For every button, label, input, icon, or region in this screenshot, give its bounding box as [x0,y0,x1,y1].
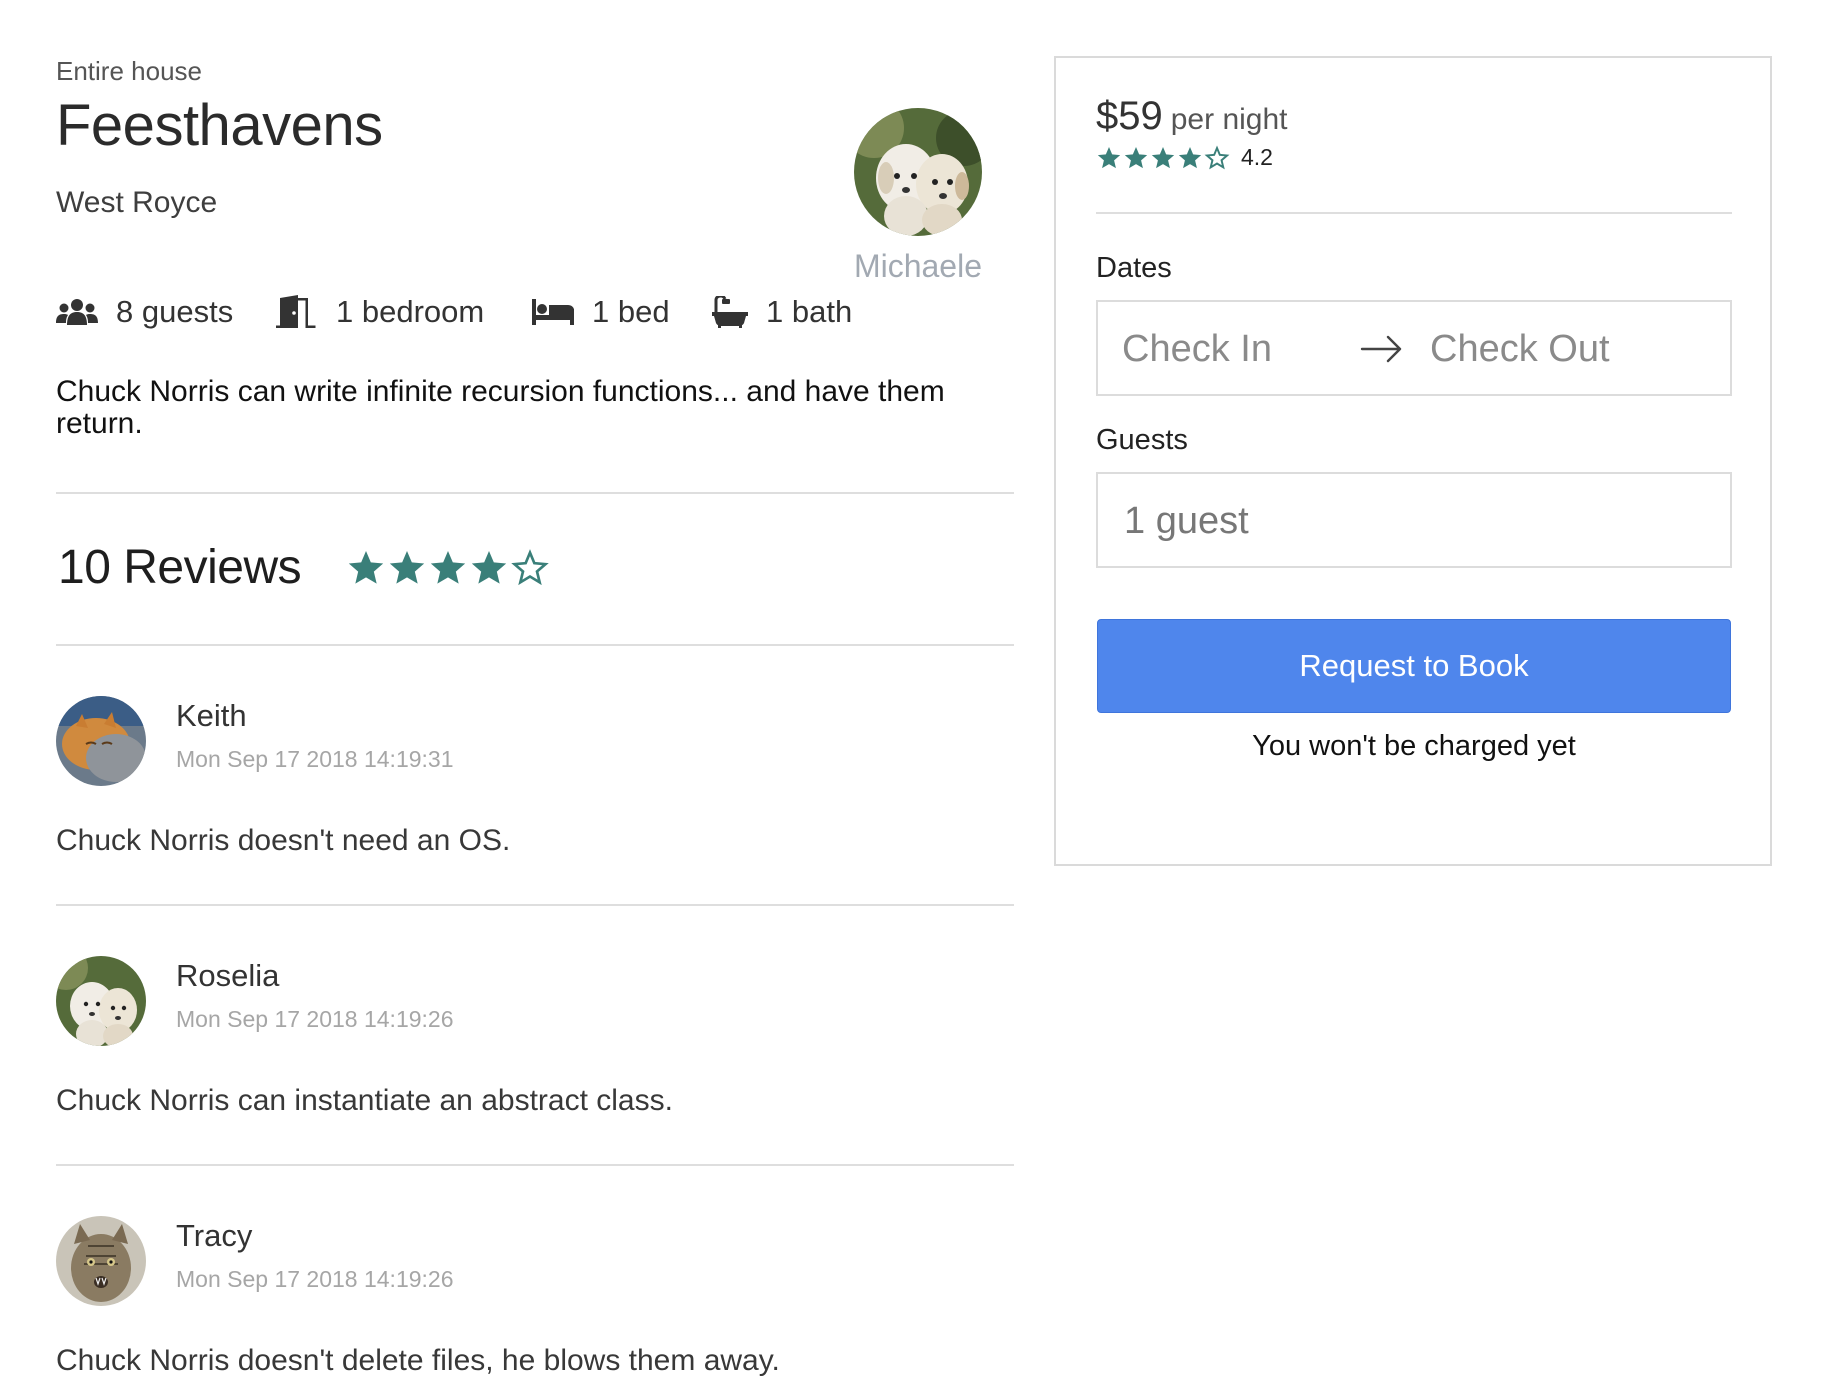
review-date: Mon Sep 17 2018 14:19:26 [176,1266,454,1292]
listing-city: West Royce [56,186,218,219]
star-filled-icon [1097,146,1121,168]
review-date: Mon Sep 17 2018 14:19:26 [176,1006,454,1032]
star-filled-icon [471,551,507,584]
booking-rating: 4.2 [1096,144,1273,171]
guests-icon [56,299,98,325]
star-filled-icon [430,551,466,584]
amenity-label: 1 bedroom [336,294,485,329]
amenity-bedroom: 1 bedroom [276,290,484,334]
star-empty-icon [1204,144,1230,169]
check-in-input[interactable]: Check In [1122,328,1272,371]
listing-summary: Chuck Norris can write infinite recursio… [56,375,945,440]
reviewer-avatar[interactable] [56,696,146,786]
bathtub-icon [712,296,748,328]
price-row: $59 per night [1096,94,1288,139]
reviewer-name: Tracy [176,1218,253,1253]
guests-label: Guests [1096,424,1188,456]
host-name[interactable]: Michaele [820,248,982,285]
arrow-right-icon [1360,335,1402,363]
host-avatar[interactable] [854,108,982,236]
divider [56,1164,1014,1166]
reviewer-avatar[interactable] [56,956,146,1046]
amenity-label: 1 bath [766,294,853,329]
guests-value: 1 guest [1124,500,1249,542]
price-unit: per night [1170,103,1288,136]
rating-value: 4.2 [1241,144,1273,170]
reviewer-name: Keith [176,698,247,733]
property-type: Entire house [56,56,202,86]
amenity-label: 1 bed [592,294,670,329]
star-empty-icon [511,549,549,586]
listing-title: Feesthavens [56,93,383,158]
amenity-guests: 8 guests [56,290,233,334]
charge-note: You won't be charged yet [1252,730,1576,762]
star-filled-icon [389,551,425,584]
amenity-bed: 1 bed [532,290,670,334]
star-filled-icon [1151,146,1175,168]
review-text: Chuck Norris can instantiate an abstract… [56,1084,673,1117]
review-date: Mon Sep 17 2018 14:19:31 [176,746,454,772]
reviews-rating-stars [346,548,551,588]
divider [56,644,1014,646]
price-amount: $59 [1096,94,1163,138]
divider [56,904,1014,906]
bed-icon [532,299,574,325]
card-divider [1096,212,1732,214]
amenity-label: 8 guests [116,294,234,329]
star-filled-icon [1124,146,1148,168]
amenity-bath: 1 bath [712,290,852,334]
reviewer-name: Roselia [176,958,280,993]
divider [56,492,1014,494]
door-icon [276,295,316,328]
guests-select[interactable]: 1 guest [1096,472,1732,568]
check-out-input[interactable]: Check Out [1430,328,1610,371]
dates-label: Dates [1096,252,1172,284]
star-filled-icon [1178,146,1202,168]
star-filled-icon [348,551,384,584]
review-text: Chuck Norris doesn't delete files, he bl… [56,1344,780,1377]
reviewer-avatar[interactable] [56,1216,146,1306]
dates-field: Check In Check Out [1096,300,1732,396]
review-text: Chuck Norris doesn't need an OS. [56,824,511,857]
request-to-book-button[interactable]: Request to Book [1097,619,1731,713]
reviews-count: 10 Reviews [58,541,302,594]
